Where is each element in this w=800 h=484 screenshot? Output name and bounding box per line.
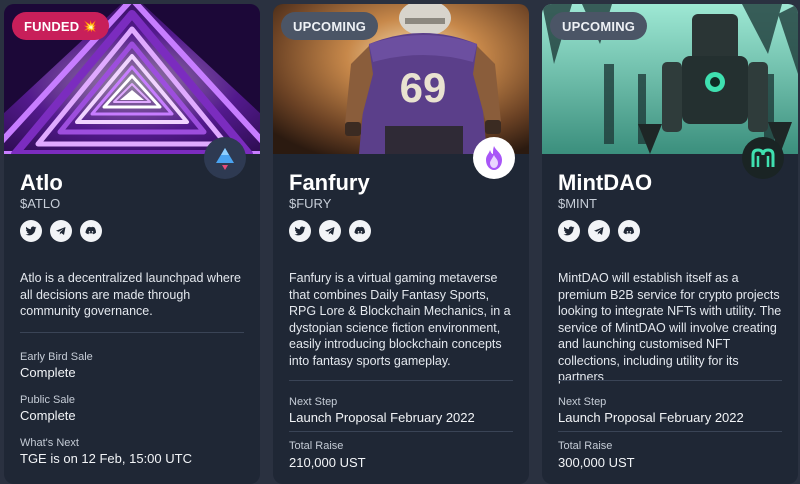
field-label: Next Step xyxy=(289,396,338,408)
atlo-logo xyxy=(204,137,246,179)
telegram-icon[interactable] xyxy=(588,220,610,242)
project-title: Fanfury xyxy=(289,170,370,195)
field-label: Total Raise xyxy=(558,440,613,452)
status-badge: UPCOMING xyxy=(281,12,379,40)
twitter-icon[interactable] xyxy=(558,220,580,242)
field-value: Complete xyxy=(20,408,76,423)
social-links xyxy=(558,220,640,242)
status-badge: UPCOMING xyxy=(550,12,648,40)
fanfury-logo xyxy=(473,137,515,179)
discord-icon[interactable] xyxy=(618,220,640,242)
social-links xyxy=(20,220,102,242)
divider xyxy=(20,332,244,333)
field-label: What's Next xyxy=(20,437,79,449)
project-description: Fanfury is a virtual gaming metaverse th… xyxy=(289,271,511,368)
field-label: Total Raise xyxy=(289,440,344,452)
explosion-icon: 💥 xyxy=(83,20,98,33)
twitter-icon[interactable] xyxy=(289,220,311,242)
divider xyxy=(558,431,782,432)
telegram-icon[interactable] xyxy=(50,220,72,242)
telegram-icon[interactable] xyxy=(319,220,341,242)
social-links xyxy=(289,220,371,242)
field-label: Public Sale xyxy=(20,394,76,406)
mintdao-logo xyxy=(742,137,784,179)
field-value: Launch Proposal February 2022 xyxy=(289,410,475,425)
project-ticker: $FURY xyxy=(289,196,332,211)
field-label: Early Bird Sale xyxy=(20,351,93,363)
twitter-icon[interactable] xyxy=(20,220,42,242)
field-value: TGE is on 12 Feb, 15:00 UTC xyxy=(20,451,192,466)
project-card-fanfury[interactable]: 69 UPCOMING Fanfury $FURY Fanfury is a v… xyxy=(273,4,529,484)
field-label: Next Step xyxy=(558,396,607,408)
project-card-mintdao[interactable]: UPCOMING MintDAO $MINT MintDAO will esta… xyxy=(542,4,798,484)
project-title: Atlo xyxy=(20,170,63,195)
divider xyxy=(289,380,513,381)
field-value: 210,000 UST xyxy=(289,455,366,470)
project-description: Atlo is a decentralized launchpad where … xyxy=(20,271,241,318)
project-ticker: $MINT xyxy=(558,196,597,211)
field-value: Launch Proposal February 2022 xyxy=(558,410,744,425)
status-badge: FUNDED 💥 xyxy=(12,12,110,40)
project-title: MintDAO xyxy=(558,170,653,195)
discord-icon[interactable] xyxy=(80,220,102,242)
divider xyxy=(558,380,782,381)
project-description: MintDAO will establish itself as a premi… xyxy=(558,271,782,384)
jersey-number: 69 xyxy=(400,64,447,111)
divider xyxy=(289,431,513,432)
project-ticker: $ATLO xyxy=(20,196,61,211)
field-value: Complete xyxy=(20,365,76,380)
project-card-atlo[interactable]: FUNDED 💥 Atlo $ATLO Atlo is a decentrali… xyxy=(4,4,260,484)
field-value: 300,000 UST xyxy=(558,455,635,470)
discord-icon[interactable] xyxy=(349,220,371,242)
